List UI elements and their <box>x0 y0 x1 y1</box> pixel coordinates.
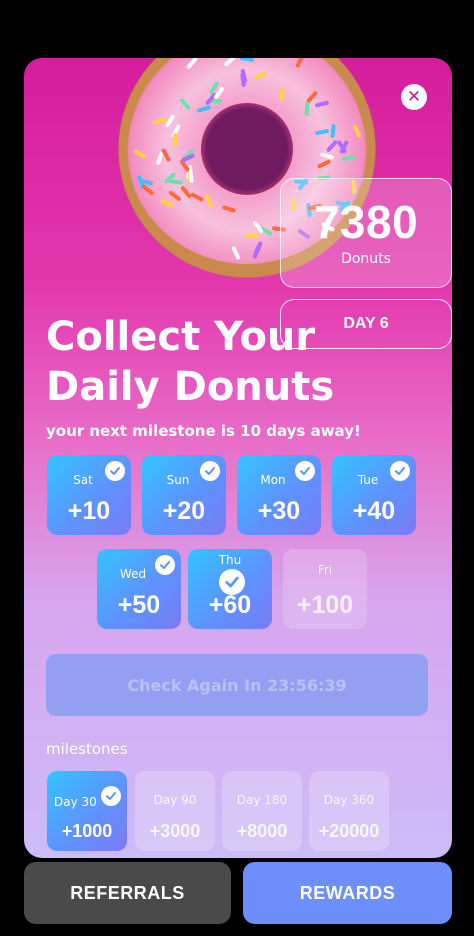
milestone-subtitle: your next milestone is 10 days away! <box>46 422 361 440</box>
milestone-tile-day-360: Day 360 +20000 <box>309 771 389 851</box>
day-tile-reward: +10 <box>67 497 111 525</box>
day-tile-wed: Wed +50 <box>97 549 181 629</box>
score-box: 7380 Donuts <box>280 178 452 288</box>
rewards-button[interactable]: REWARDS <box>243 862 452 924</box>
sprinkle <box>245 233 260 238</box>
day-tile-reward: +50 <box>117 591 161 619</box>
close-icon: ✕ <box>406 86 422 107</box>
day-tile-label: Thu <box>218 553 242 567</box>
score-label: Donuts <box>341 251 391 267</box>
milestone-day: Day 180 <box>236 793 288 807</box>
check-icon <box>200 461 220 481</box>
day-tile-reward: +40 <box>352 497 396 525</box>
title-line-1: Collect Your <box>46 314 316 360</box>
milestone-reward: +1000 <box>61 821 113 841</box>
milestone-tile-day-180: Day 180 +8000 <box>222 771 302 851</box>
check-icon <box>295 461 315 481</box>
milestone-day: Day 360 <box>323 793 375 807</box>
referrals-button[interactable]: REFERRALS <box>24 862 231 924</box>
title-line-2: Daily Donuts <box>46 364 335 410</box>
sprinkle <box>304 101 310 116</box>
donut-hole <box>201 103 293 195</box>
sprinkle <box>172 132 177 148</box>
day-tile-mon: Mon +30 <box>237 455 321 535</box>
milestones-heading: milestones <box>46 740 128 758</box>
day-tile-reward: +60 <box>208 591 252 619</box>
page-title: Collect Your Daily Donuts <box>46 312 426 412</box>
score-value: 7380 <box>313 196 419 248</box>
day-tile-reward: +20 <box>162 497 206 525</box>
check-again-button[interactable]: Check Again In 23:56:39 <box>46 654 428 716</box>
day-tile-reward: +100 <box>296 591 354 619</box>
check-icon <box>101 786 121 806</box>
day-tile-thu: Thu +60 <box>188 549 272 629</box>
day-tile-sun: Sun +20 <box>142 455 226 535</box>
day-tile-reward: +30 <box>257 497 301 525</box>
milestone-reward: +8000 <box>236 821 288 841</box>
check-icon <box>390 461 410 481</box>
check-icon <box>219 569 245 595</box>
milestone-reward: +20000 <box>318 821 380 841</box>
milestone-tile-day-90: Day 90 +3000 <box>135 771 215 851</box>
check-icon <box>105 461 125 481</box>
day-tile-sat: Sat +10 <box>47 455 131 535</box>
check-icon <box>155 555 175 575</box>
milestone-day: Day 90 <box>153 793 197 807</box>
day-tile-fri: Fri +100 <box>283 549 367 629</box>
close-button[interactable]: ✕ <box>401 84 427 110</box>
day-tile-tue: Tue +40 <box>332 455 416 535</box>
day-tile-label: Fri <box>317 563 333 577</box>
milestone-reward: +3000 <box>149 821 201 841</box>
milestone-tile-day-30: Day 30 +1000 <box>47 771 127 851</box>
